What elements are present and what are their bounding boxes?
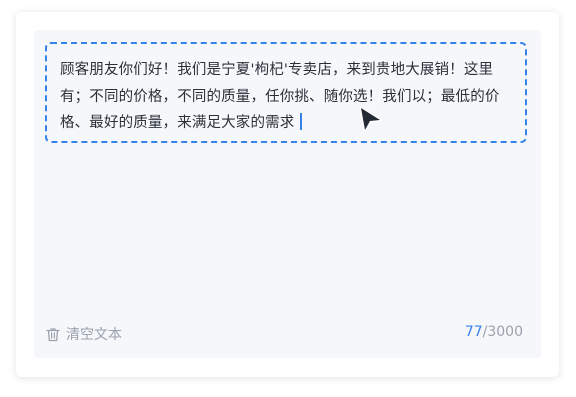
character-count-max: 3000: [487, 324, 523, 340]
character-counter: 77/3000: [465, 324, 523, 340]
character-count-current: 77: [464, 324, 483, 340]
text-content: 顾客朋友你们好！我们是宁夏'枸杞'专卖店，来到贵地大展销！这里有；不同的价格，不…: [60, 62, 500, 131]
trash-icon: [46, 327, 60, 342]
editor-panel: 顾客朋友你们好！我们是宁夏'枸杞'专卖店，来到贵地大展销！这里有；不同的价格，不…: [34, 30, 541, 358]
clear-text-button[interactable]: 清空文本: [46, 324, 122, 344]
text-editor-card: 顾客朋友你们好！我们是宁夏'枸杞'专卖店，来到贵地大展销！这里有；不同的价格，不…: [16, 12, 559, 377]
clear-text-label: 清空文本: [66, 327, 122, 343]
text-caret: [300, 113, 303, 130]
text-input-area[interactable]: 顾客朋友你们好！我们是宁夏'枸杞'专卖店，来到贵地大展销！这里有；不同的价格，不…: [45, 42, 527, 143]
